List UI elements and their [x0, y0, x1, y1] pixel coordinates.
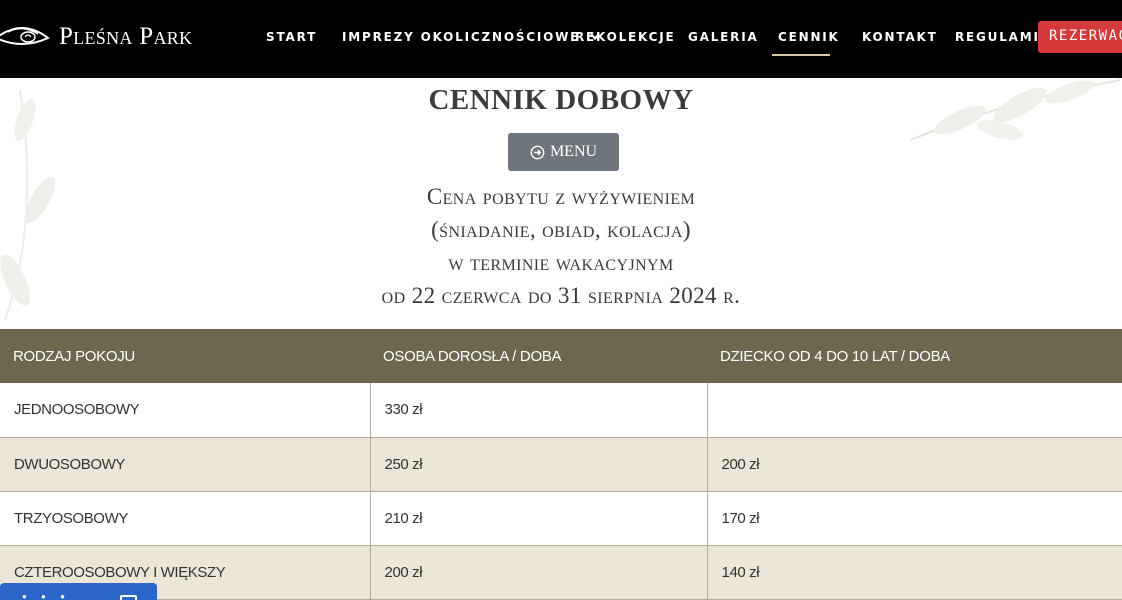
child-price-cell — [707, 383, 1122, 438]
child-price-cell: 170 zł — [707, 491, 1122, 546]
table-header-child-price: Dziecko od 4 do 10 lat / doba — [707, 329, 1122, 383]
subtitle-line-4: od 22 czerwca do 31 sierpnia 2024 r. — [381, 283, 741, 308]
adult-price-cell: 330 zł — [370, 383, 708, 438]
child-price-cell: 200 zł — [707, 437, 1122, 492]
main-nav: START IMPREZY OKOLICZNOŚCIOWE REKOLEKCJE… — [0, 0, 1122, 78]
adult-price-cell: 210 zł — [370, 491, 708, 546]
nav-item-galeria[interactable]: GALERIA — [688, 30, 759, 44]
table-header-adult-price: Osoba dorosła / doba — [370, 329, 707, 383]
widget-window-icon — [120, 595, 137, 600]
room-type-cell: Jednoosobowy — [0, 383, 371, 438]
page-title: CENNIK DOBOWY — [428, 84, 694, 116]
room-type-cell: Dwuosobowy — [0, 437, 371, 492]
nav-active-indicator — [772, 54, 830, 56]
child-price-cell: 140 zł — [707, 545, 1122, 600]
subtitle-line-1: Cena pobytu z wyżywieniem — [426, 184, 696, 209]
adult-price-cell: 250 zł — [370, 437, 708, 492]
table-header-room-type: Rodzaj pokoju — [0, 329, 370, 383]
room-type-cell: Trzyosobowy — [0, 491, 371, 546]
table-row: Czteroosobowy i większy 200 zł 140 zł — [0, 545, 1122, 600]
arrow-circle-right-icon — [530, 145, 545, 159]
table-row: Jednoosobowy 330 zł — [0, 383, 1122, 438]
nav-item-imprezy[interactable]: IMPREZY OKOLICZNOŚCIOWE — [342, 30, 601, 44]
nav-item-kontakt[interactable]: KONTAKT — [862, 30, 938, 44]
table-row: Dwuosobowy 250 zł 200 zł — [0, 437, 1122, 492]
adult-price-cell: 200 zł — [370, 545, 708, 600]
widget-dots-icon: ● ● ● — [22, 592, 71, 600]
nav-item-cennik[interactable]: CENNIK — [778, 30, 840, 44]
menu-button[interactable]: MENU — [508, 133, 619, 171]
nav-item-rekolekcje[interactable]: REKOLEKCJE — [575, 30, 675, 44]
reserve-button[interactable]: REZERWACJA — [1038, 21, 1122, 53]
subtitle-line-3: w terminie wakacyjnym — [448, 250, 674, 275]
menu-button-label: MENU — [549, 143, 598, 160]
nav-item-start[interactable]: START — [266, 30, 317, 44]
header-navbar: Pleśna Park START IMPREZY OKOLICZNOŚCIOW… — [0, 0, 1122, 78]
chat-widget-button[interactable]: ● ● ● — [0, 583, 157, 600]
price-subtitle: Cena pobytu z wyżywieniem (śniadanie, ob… — [0, 180, 1122, 312]
price-table: Rodzaj pokoju Osoba dorosła / doba Dziec… — [0, 329, 1122, 600]
table-row: Trzyosobowy 210 zł 170 zł — [0, 491, 1122, 546]
subtitle-line-2: (śniadanie, obiad, kolacja) — [431, 217, 691, 242]
table-header-row: Rodzaj pokoju Osoba dorosła / doba Dziec… — [0, 329, 1122, 383]
nav-item-imprezy-label: IMPREZY OKOLICZNOŚCIOWE — [342, 30, 581, 44]
